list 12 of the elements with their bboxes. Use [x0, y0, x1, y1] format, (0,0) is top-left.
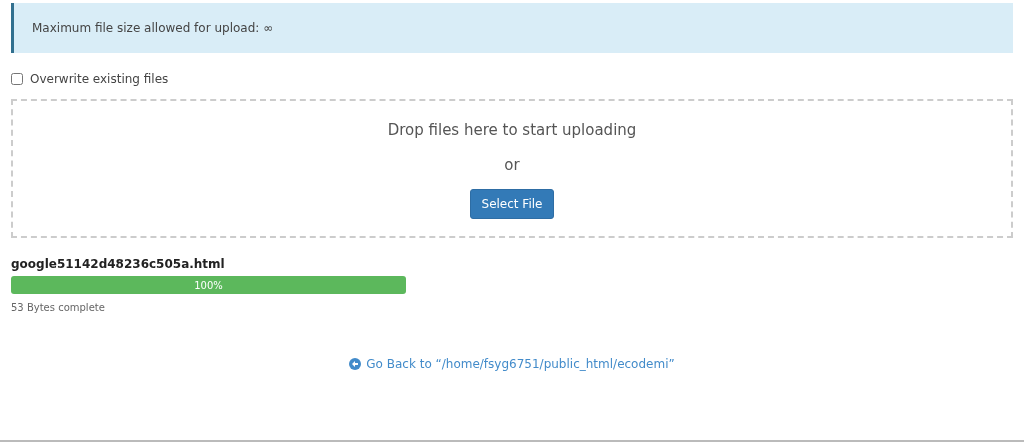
or-text: or: [504, 156, 520, 174]
notice-text: Maximum file size allowed for upload: ∞: [32, 21, 274, 35]
upload-status: 53 Bytes complete: [11, 302, 106, 313]
overwrite-checkbox[interactable]: [11, 73, 23, 85]
back-arrow-icon: [349, 358, 362, 370]
drop-zone[interactable]: Drop files here to start uploading or Select File: [11, 99, 1013, 238]
file-name: google51142d48236c505a.html: [11, 257, 226, 271]
checkbox-label: Overwrite existing files: [30, 72, 169, 86]
select-file-button[interactable]: Select File: [469, 189, 555, 219]
drop-prompt: Drop files here to start uploading: [387, 121, 637, 139]
go-back-link[interactable]: Go Back to “/home/fsyg6751/public_html/ecodemi”: [349, 357, 675, 371]
progress-reading: 100%: [194, 279, 223, 291]
